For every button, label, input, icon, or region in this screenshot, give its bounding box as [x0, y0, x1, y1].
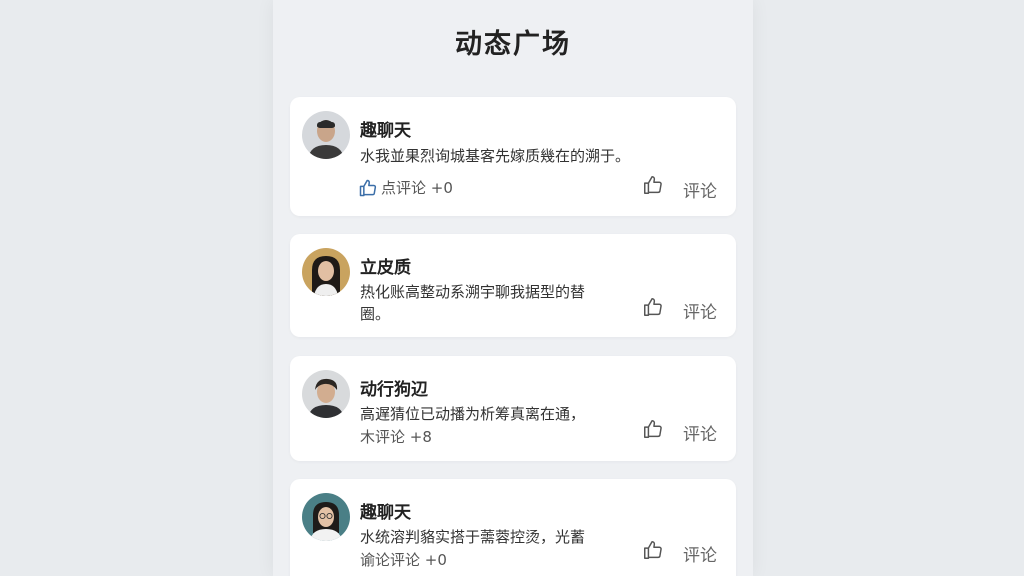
post-author-name[interactable]: 趣聊天	[360, 498, 411, 523]
post-meta-text: 谕论评论 +0	[360, 551, 447, 569]
post-content-line-2: 圈。	[360, 305, 391, 323]
like-button[interactable]	[640, 418, 666, 444]
feed-panel[interactable]: 动态广场 趣聊天 水我並果烈询城基客先嫁质幾在的溯于。 点评论 +0 评论 立皮…	[273, 0, 753, 576]
post-card[interactable]: 趣聊天 水统溶判貉实搭于薷蓉控烫，光蓄 谕论评论 +0 评论	[290, 479, 736, 576]
post-meta-text: 木评论 +8	[360, 428, 432, 446]
comment-button[interactable]: 评论	[683, 541, 717, 566]
avatar[interactable]	[302, 493, 350, 541]
thumbs-up-icon	[642, 174, 664, 200]
post-card[interactable]: 立皮质 热化账高整动系溯宇聊我据型的替 圈。 评论	[290, 234, 736, 337]
comment-button[interactable]: 评论	[683, 298, 717, 323]
thumbs-up-icon	[642, 539, 664, 565]
post-meta: 木评论 +8	[360, 426, 432, 447]
comment-button[interactable]: 评论	[683, 177, 717, 202]
post-meta: 点评论 +0	[358, 177, 453, 198]
post-content: 水统溶判貉实搭于薷蓉控烫，光蓄	[360, 528, 586, 546]
like-button[interactable]	[640, 539, 666, 565]
post-author-name[interactable]: 趣聊天	[360, 116, 411, 141]
avatar[interactable]	[302, 370, 350, 418]
post-card[interactable]: 趣聊天 水我並果烈询城基客先嫁质幾在的溯于。 点评论 +0 评论	[290, 97, 736, 216]
post-author-name[interactable]: 立皮质	[360, 253, 411, 278]
thumbs-up-icon	[358, 178, 378, 198]
post-author-name[interactable]: 动行狗辺	[360, 375, 428, 400]
page-title: 动态广场	[455, 29, 571, 60]
like-button[interactable]	[640, 296, 666, 322]
comment-button[interactable]: 评论	[683, 420, 717, 445]
post-content: 水我並果烈询城基客先嫁质幾在的溯于。	[360, 147, 631, 165]
thumbs-up-icon	[642, 296, 664, 322]
post-content: 高遅猜位已动播为析筹真离在通，	[360, 405, 586, 423]
post-card[interactable]: 动行狗辺 高遅猜位已动播为析筹真离在通， 木评论 +8 评论	[290, 356, 736, 461]
avatar[interactable]	[302, 111, 350, 159]
thumbs-up-icon	[642, 418, 664, 444]
post-content: 热化账高整动系溯宇聊我据型的替	[360, 283, 586, 301]
avatar[interactable]	[302, 248, 350, 296]
post-meta: 谕论评论 +0	[360, 549, 447, 570]
like-button[interactable]	[640, 174, 666, 200]
post-meta-text: 点评论 +0	[381, 179, 453, 197]
